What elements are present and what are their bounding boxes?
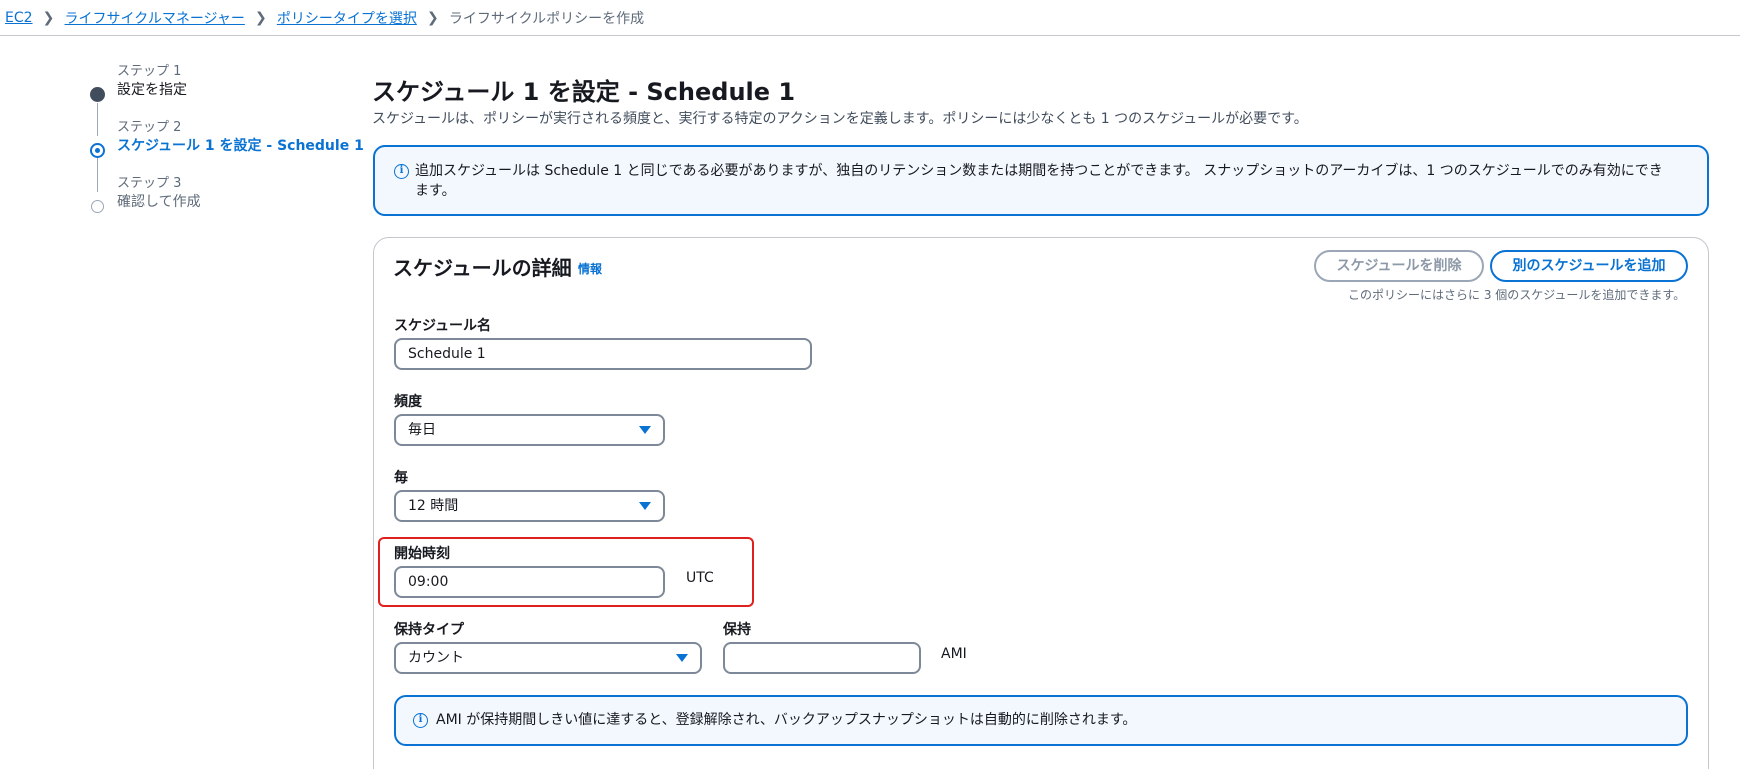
info-alert: i 追加スケジュールは Schedule 1 と同じである必要がありますが、独自… [373, 145, 1709, 216]
delete-schedule-button[interactable]: スケジュールを削除 [1314, 250, 1484, 282]
add-schedule-button[interactable]: 別のスケジュールを追加 [1490, 250, 1688, 282]
step-title: スケジュール 1 を設定 - Schedule 1 [117, 138, 364, 154]
retention-type-label: 保持タイプ [394, 622, 464, 638]
chevron-right-icon: ❯ [42, 9, 55, 26]
step-title: 確認して作成 [117, 194, 201, 210]
schedule-name-label: スケジュール名 [394, 318, 492, 334]
retention-input[interactable] [723, 642, 921, 674]
step-1[interactable]: ステップ 1 設定を指定 [90, 64, 360, 120]
page-title: スケジュール 1 を設定 - Schedule 1 [372, 78, 796, 106]
every-label: 毎 [394, 470, 408, 486]
step-2: ステップ 2 スケジュール 1 を設定 - Schedule 1 [90, 120, 364, 176]
schedule-name-input[interactable]: Schedule 1 [394, 338, 812, 370]
frequency-select[interactable]: 毎日 [394, 414, 665, 446]
step-caption: ステップ 3 [117, 176, 182, 191]
chevron-right-icon: ❯ [254, 9, 267, 26]
start-time-unit: UTC [686, 570, 714, 586]
every-value: 12 時間 [408, 498, 459, 514]
caret-down-icon [639, 426, 651, 434]
ami-info-text: AMI が保持期間しきい値に達すると、登録解除され、バックアップスナップショット… [436, 712, 1137, 728]
add-schedule-hint: このポリシーにはさらに 3 個のスケジュールを追加できます。 [1348, 288, 1686, 302]
retention-label: 保持 [723, 622, 751, 638]
step-done-icon [90, 87, 105, 102]
step-title: 設定を指定 [117, 82, 187, 98]
frequency-value: 毎日 [408, 422, 436, 438]
caret-down-icon [639, 502, 651, 510]
breadcrumb: EC2 ❯ ライフサイクルマネージャー ❯ ポリシータイプを選択 ❯ ライフサイ… [0, 0, 1740, 36]
start-time-input[interactable]: 09:00 [394, 566, 665, 598]
step-3: ステップ 3 確認して作成 [90, 176, 360, 232]
retention-type-value: カウント [408, 650, 464, 666]
info-icon: i [413, 713, 428, 728]
retention-type-select[interactable]: カウント [394, 642, 702, 674]
chevron-right-icon: ❯ [426, 9, 439, 26]
breadcrumb-ec2[interactable]: EC2 [5, 10, 33, 26]
breadcrumb-current: ライフサイクルポリシーを作成 [448, 10, 645, 27]
step-caption: ステップ 2 [117, 120, 182, 135]
frequency-label: 頻度 [394, 394, 422, 410]
breadcrumb-policy-type[interactable]: ポリシータイプを選択 [277, 8, 417, 28]
info-link[interactable]: 情報 [578, 260, 602, 277]
schedule-details-title: スケジュールの詳細 [393, 256, 572, 280]
retention-unit: AMI [941, 646, 967, 662]
every-select[interactable]: 12 時間 [394, 490, 665, 522]
breadcrumb-lifecycle-manager[interactable]: ライフサイクルマネージャー [65, 8, 245, 28]
info-alert-text: 追加スケジュールは Schedule 1 と同じである必要がありますが、独自のリ… [415, 163, 1663, 199]
page-description: スケジュールは、ポリシーが実行される頻度と、実行する特定のアクションを定義します… [372, 111, 1308, 127]
caret-down-icon [676, 654, 688, 662]
wizard-steps: ステップ 1 設定を指定 ステップ 2 スケジュール 1 を設定 - Sched… [90, 64, 364, 232]
step-active-icon [90, 143, 105, 158]
step-caption: ステップ 1 [117, 64, 182, 79]
start-time-label: 開始時刻 [394, 546, 450, 562]
info-icon: i [394, 164, 409, 179]
step-pending-icon [91, 200, 104, 213]
ami-info-alert: i AMI が保持期間しきい値に達すると、登録解除され、バックアップスナップショ… [394, 695, 1688, 746]
